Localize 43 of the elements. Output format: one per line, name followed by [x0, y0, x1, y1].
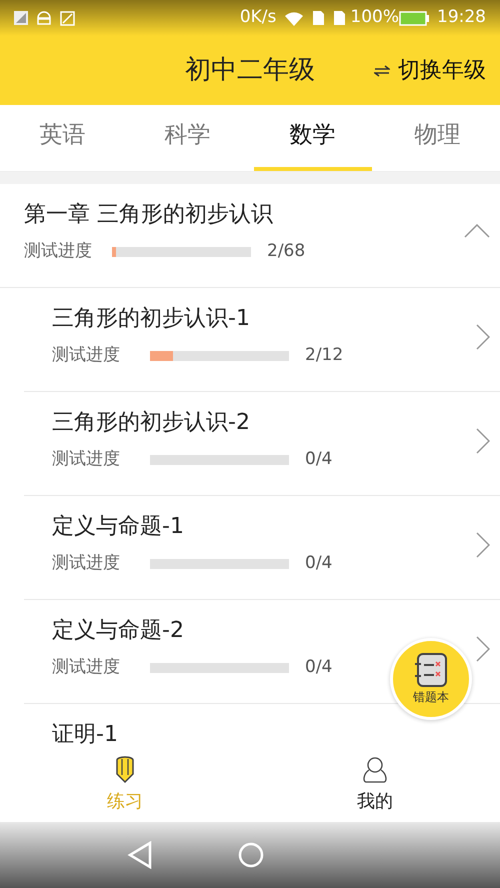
subject-tab[interactable]: 物理	[375, 105, 500, 171]
subject-tab[interactable]: 英语	[0, 105, 125, 171]
subject-tab[interactable]: 科学	[125, 105, 250, 171]
notebook-icon	[414, 652, 448, 688]
battery-percent: 100%	[350, 6, 399, 30]
section-title[interactable]: 三角形的初步认识-2	[52, 406, 500, 439]
swap-icon	[374, 64, 390, 76]
section-title[interactable]: 证明-1	[52, 718, 500, 751]
progress-count: 2/68	[267, 240, 306, 263]
network-speed: 0K/s	[240, 6, 276, 30]
image-icon	[60, 10, 75, 26]
sim-icon	[333, 10, 346, 26]
progress-count: 0/4	[305, 552, 332, 575]
wifi-icon	[284, 10, 304, 26]
section-title[interactable]: 三角形的初步认识-1	[52, 302, 500, 335]
back-icon[interactable]	[127, 841, 153, 869]
notification-icon	[14, 11, 28, 25]
clock: 19:28	[437, 6, 486, 30]
wrong-answers-button[interactable]: 错题本	[390, 638, 472, 720]
android-icon	[36, 11, 52, 25]
chapter-title: 第一章 三角形的初步认识	[24, 201, 274, 229]
progress-label: 测试进度	[52, 552, 120, 575]
person-icon	[362, 756, 388, 784]
progress-label: 测试进度	[52, 344, 120, 367]
switch-grade-button[interactable]: 切换年级	[374, 54, 486, 87]
chevron-right-icon[interactable]	[476, 324, 490, 350]
chevron-right-icon[interactable]	[476, 636, 490, 662]
progress-label: 测试进度	[52, 448, 120, 471]
progress-label: 测试进度	[24, 240, 92, 263]
progress-count: 2/12	[305, 344, 344, 367]
sim-icon	[312, 10, 326, 26]
progress-count: 0/4	[305, 656, 332, 679]
home-icon[interactable]	[238, 842, 264, 868]
chevron-up-icon[interactable]	[464, 224, 490, 238]
pencil-icon	[115, 756, 135, 784]
battery-icon	[399, 10, 429, 26]
progress-label: 测试进度	[52, 656, 120, 679]
progress-count: 0/4	[305, 448, 332, 471]
chevron-right-icon[interactable]	[476, 532, 490, 558]
grade-title: 初中二年级	[185, 54, 315, 87]
bottom-tab[interactable]: 我的	[250, 752, 500, 822]
section-title[interactable]: 定义与命题-1	[52, 510, 500, 543]
chevron-right-icon[interactable]	[476, 428, 490, 454]
